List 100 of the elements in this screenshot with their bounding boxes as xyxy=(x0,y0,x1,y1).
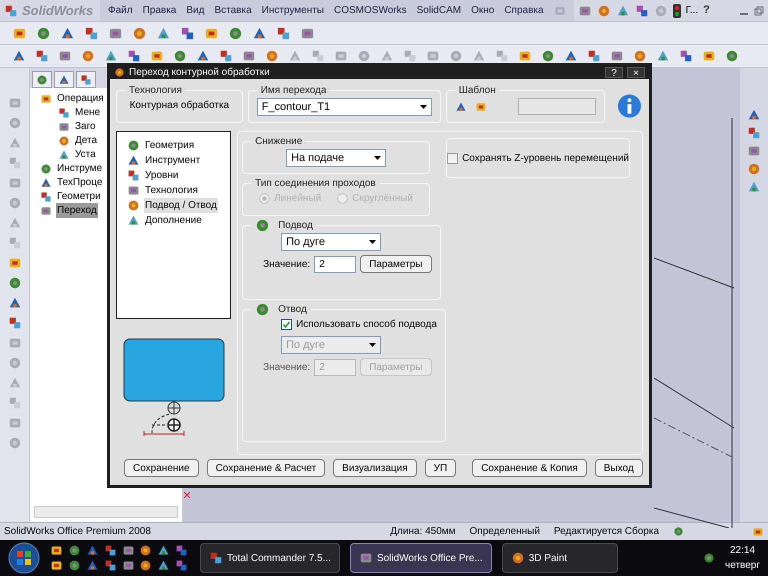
section-icon[interactable] xyxy=(127,154,140,166)
traffic-light-icon[interactable] xyxy=(672,4,681,18)
toolbar-icon[interactable] xyxy=(564,49,578,63)
toolbar-icon[interactable] xyxy=(180,26,195,40)
menu-item[interactable]: Вид xyxy=(186,3,204,18)
section-icon[interactable] xyxy=(127,214,140,226)
toolbar-icon[interactable] xyxy=(610,49,624,63)
tree-node-icon[interactable] xyxy=(40,162,52,174)
menu-item[interactable]: Файл xyxy=(108,3,133,18)
toolbar-icon[interactable] xyxy=(578,4,592,18)
section-icon[interactable] xyxy=(127,184,140,196)
title-button[interactable]: × xyxy=(627,67,645,78)
tree-item[interactable]: Геометри xyxy=(56,189,102,204)
start-button[interactable] xyxy=(8,542,40,574)
section-item[interactable]: Технология xyxy=(144,182,199,198)
toolbar-icon[interactable] xyxy=(58,49,72,63)
user-label[interactable]: Г... xyxy=(686,3,698,18)
panel-tab[interactable] xyxy=(76,71,96,88)
quick-launch-icon[interactable] xyxy=(86,544,99,557)
dropdown[interactable]: На подаче xyxy=(286,149,386,167)
task-pane-icon[interactable] xyxy=(747,126,761,140)
dialog-button[interactable]: Параметры xyxy=(360,255,432,273)
quick-launch-icon[interactable] xyxy=(68,559,81,572)
section-item[interactable]: Дополнение xyxy=(144,212,203,228)
quick-launch-icon[interactable] xyxy=(68,544,81,557)
toolbar-icon[interactable] xyxy=(219,49,233,63)
tree-node-icon[interactable] xyxy=(40,92,52,104)
quick-launch-icon[interactable] xyxy=(157,544,170,557)
section-icon[interactable] xyxy=(127,138,140,152)
toolbar-icon[interactable] xyxy=(12,49,26,63)
dialog-button[interactable]: Визуализация xyxy=(333,459,417,477)
toolbar-icon[interactable] xyxy=(702,49,716,63)
toolbar-icon[interactable] xyxy=(616,4,630,18)
taskbar-button[interactable]: 3D Paint xyxy=(502,543,618,573)
tree-node-icon[interactable] xyxy=(58,148,70,160)
tree-node-icon[interactable] xyxy=(58,106,70,118)
task-pane-icon[interactable] xyxy=(747,162,761,176)
task-pane-icon[interactable] xyxy=(747,108,761,122)
taskbar-button[interactable]: Total Commander 7.5... xyxy=(200,543,340,573)
template-field[interactable] xyxy=(518,98,596,115)
toolbar-icon[interactable] xyxy=(656,49,670,63)
toolbar-icon[interactable] xyxy=(196,49,210,63)
checkbox[interactable] xyxy=(447,152,458,164)
panel-tab[interactable] xyxy=(32,71,52,88)
tree-item[interactable]: Заго xyxy=(74,119,97,134)
dialog-button[interactable]: Выход xyxy=(594,459,643,477)
toolbar-icon[interactable] xyxy=(634,4,649,18)
taskbar-button[interactable]: SolidWorks Office Pre... xyxy=(350,543,492,573)
value-field[interactable]: 2 xyxy=(314,256,356,272)
toolbar-icon[interactable] xyxy=(81,49,95,63)
tree-node-icon[interactable] xyxy=(40,204,52,216)
toolbar-icon[interactable] xyxy=(276,26,291,40)
toolbar-icon[interactable] xyxy=(596,4,611,18)
tree-node-icon[interactable] xyxy=(58,120,70,132)
tool-icon[interactable] xyxy=(8,256,22,270)
menu-item[interactable]: SolidCAM xyxy=(416,3,462,18)
toolbar-icon[interactable] xyxy=(132,26,147,40)
toolbar-icon[interactable] xyxy=(541,49,555,63)
section-icon[interactable] xyxy=(127,198,140,212)
quick-launch-icon[interactable] xyxy=(50,544,63,557)
toolbar-icon[interactable] xyxy=(252,26,267,40)
menu-item[interactable]: Вставка xyxy=(214,3,252,18)
toolbar-icon[interactable] xyxy=(633,49,647,63)
title-button[interactable]: ? xyxy=(605,67,623,78)
tree-item[interactable]: Дета xyxy=(74,133,98,148)
section-item[interactable]: Уровни xyxy=(144,168,180,182)
tree-item[interactable]: Операция xyxy=(56,91,105,106)
menu-item[interactable]: COSMOSWorks xyxy=(334,3,407,18)
toolbar-icon[interactable] xyxy=(127,49,141,63)
panel-tab[interactable] xyxy=(54,71,74,88)
task-pane-icon[interactable] xyxy=(747,144,761,158)
tool-icon[interactable] xyxy=(8,316,22,330)
menu-item[interactable]: Правка xyxy=(142,3,176,18)
toolbar-icon[interactable] xyxy=(84,26,99,40)
task-pane-icon[interactable] xyxy=(747,180,761,194)
section-item[interactable]: Подвод / Отвод xyxy=(144,198,218,212)
dropdown[interactable]: По дуге xyxy=(281,233,382,251)
toolbar-icon[interactable] xyxy=(242,49,256,63)
toolbar-icon[interactable] xyxy=(518,49,532,63)
dropdown[interactable]: F_contour_T1 xyxy=(256,98,432,116)
section-item[interactable]: Инструмент xyxy=(144,152,202,168)
quick-launch-icon[interactable] xyxy=(86,559,99,572)
toolbar-icon[interactable] xyxy=(587,49,601,63)
toolbar-icon[interactable] xyxy=(35,49,49,63)
toolbar-icon[interactable] xyxy=(228,26,243,40)
toolbar-icon[interactable] xyxy=(725,49,739,63)
tree-node-icon[interactable] xyxy=(40,176,52,188)
dialog-button[interactable]: Сохранение & Копия xyxy=(472,459,587,477)
tool-icon[interactable] xyxy=(8,296,22,310)
menu-item[interactable]: Справка xyxy=(504,3,544,18)
tree-node-icon[interactable] xyxy=(40,190,52,202)
dialog-button[interactable]: Сохранение & Расчет xyxy=(206,459,326,477)
section-item[interactable]: Геометрия xyxy=(144,138,196,152)
quick-launch-icon[interactable] xyxy=(50,559,63,572)
toolbar-icon[interactable] xyxy=(679,49,693,63)
quick-launch-icon[interactable] xyxy=(104,544,117,557)
quick-launch-icon[interactable] xyxy=(122,559,134,572)
quick-launch-icon[interactable] xyxy=(122,544,134,557)
dialog-button[interactable]: Сохранение xyxy=(124,459,199,477)
quick-launch-icon[interactable] xyxy=(139,544,152,557)
